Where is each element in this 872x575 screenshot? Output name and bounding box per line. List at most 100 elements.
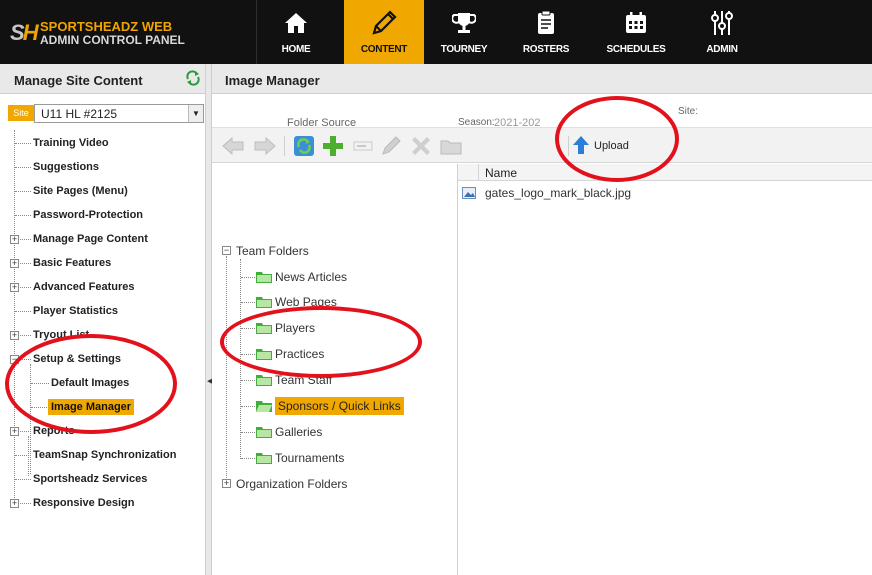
folder-label: Practices — [275, 347, 325, 361]
expand-icon[interactable]: + — [10, 283, 19, 292]
toolbar-separator — [568, 136, 569, 156]
tree-connector — [20, 287, 31, 288]
file-list: Name gates_logo_mark_black.jpg — [458, 164, 872, 575]
logo-mark: SH — [10, 20, 39, 45]
tree-connector — [241, 406, 255, 407]
expand-icon[interactable]: + — [222, 479, 231, 488]
home-icon — [256, 8, 336, 38]
folder-icon — [256, 427, 272, 438]
nav-tab-content[interactable]: CONTENT — [344, 0, 424, 64]
left-panel-header: Manage Site Content — [0, 64, 210, 94]
delete-icon[interactable] — [408, 134, 434, 158]
content-tree: Training Video Suggestions Site Pages (M… — [0, 130, 210, 570]
brand-logo[interactable]: SH SPORTSHEADZ WEB ADMIN CONTROL PANEL — [10, 18, 210, 48]
image-file-icon — [462, 187, 476, 199]
column-divider[interactable] — [478, 164, 479, 181]
expand-icon[interactable]: + — [10, 235, 19, 244]
nav-tab-tourney[interactable]: TOURNEY — [424, 0, 504, 64]
expand-icon[interactable]: + — [10, 331, 19, 340]
tree-item-teamsnap-sync[interactable]: TeamSnap Synchronization — [33, 449, 176, 461]
tree-item-manage-page-content[interactable]: Manage Page Content — [33, 233, 148, 245]
move-folder-icon[interactable] — [438, 134, 464, 158]
tree-item-tryout-list[interactable]: Tryout List — [33, 329, 89, 341]
tree-item-player-statistics[interactable]: Player Statistics — [33, 305, 118, 317]
site-select[interactable]: U11 HL #2125 ▼ — [34, 104, 204, 123]
nav-tab-schedules[interactable]: SCHEDULES — [596, 0, 676, 64]
folder-source-row: Folder Source Season: 2021-202 Site: — [212, 95, 872, 129]
folder-icon — [256, 272, 272, 283]
tree-item-password-protection[interactable]: Password-Protection — [33, 209, 143, 221]
tree-item-advanced-features[interactable]: Advanced Features — [33, 281, 134, 293]
site-label: Site: — [678, 106, 699, 117]
tree-item-sportsheadz-services[interactable]: Sportsheadz Services — [33, 473, 147, 485]
tree-connector — [20, 503, 31, 504]
tree-item-suggestions[interactable]: Suggestions — [33, 161, 99, 173]
folder-practices[interactable]: Practices — [256, 344, 324, 364]
tree-item-training-video[interactable]: Training Video — [33, 137, 109, 149]
refresh-icon[interactable] — [185, 70, 201, 86]
tree-connector — [15, 191, 31, 192]
nav-tab-label: SCHEDULES — [606, 44, 666, 55]
folder-label: Galleries — [275, 425, 323, 439]
expand-icon[interactable]: + — [10, 427, 19, 436]
nav-tab-home[interactable]: HOME — [256, 0, 336, 64]
tree-item-basic-features[interactable]: Basic Features — [33, 257, 111, 269]
name-column-header[interactable]: Name — [485, 166, 517, 180]
folder-news-articles[interactable]: News Articles — [256, 267, 347, 287]
file-row[interactable]: gates_logo_mark_black.jpg — [458, 183, 872, 203]
tree-connector — [241, 328, 255, 329]
folder-web-pages[interactable]: Web Pages — [256, 292, 337, 312]
calendar-icon — [596, 8, 676, 38]
folder-sponsors-quick-links[interactable]: Sponsors / Quick Links — [256, 396, 404, 416]
tree-connector — [20, 335, 31, 336]
nav-tab-rosters[interactable]: ROSTERS — [506, 0, 586, 64]
left-panel-title: Manage Site Content — [14, 73, 143, 88]
expand-icon[interactable]: + — [10, 259, 19, 268]
collapse-icon[interactable]: − — [10, 355, 19, 364]
tree-connector — [31, 383, 49, 384]
panel-splitter[interactable]: ◀ — [205, 64, 212, 575]
tree-connector — [15, 479, 31, 480]
tree-connector — [241, 302, 255, 303]
rename-icon[interactable] — [350, 134, 376, 158]
folder-organization-folders[interactable]: Organization Folders — [236, 474, 347, 494]
folder-tournaments[interactable]: Tournaments — [256, 448, 344, 468]
back-arrow-icon[interactable] — [220, 134, 246, 158]
file-list-header: Name — [458, 164, 872, 181]
folder-team-folders[interactable]: Team Folders — [236, 241, 309, 261]
folder-label: Team Staff — [275, 373, 333, 387]
forward-arrow-icon[interactable] — [252, 134, 278, 158]
tree-guide-line — [226, 256, 227, 480]
edit-pencil-icon[interactable] — [378, 134, 404, 158]
sliders-icon — [682, 8, 762, 38]
tree-guide-line — [240, 259, 241, 459]
tree-item-responsive-design[interactable]: Responsive Design — [33, 497, 134, 509]
tree-item-reports[interactable]: Reports — [33, 425, 75, 437]
tree-item-image-manager[interactable]: Image Manager — [48, 399, 135, 415]
page-title: Image Manager — [225, 73, 320, 88]
chevron-down-icon[interactable]: ▼ — [188, 105, 203, 122]
tree-connector — [241, 354, 255, 355]
nav-tab-admin[interactable]: ADMIN — [682, 0, 762, 64]
folder-team-staff[interactable]: Team Staff — [256, 370, 332, 390]
tree-item-site-pages[interactable]: Site Pages (Menu) — [33, 185, 128, 197]
collapse-icon[interactable]: − — [222, 246, 231, 255]
add-icon[interactable] — [320, 134, 346, 158]
expand-icon[interactable]: + — [10, 499, 19, 508]
tree-item-default-images[interactable]: Default Images — [51, 377, 129, 389]
tree-item-setup-settings[interactable]: Setup & Settings — [33, 353, 121, 365]
image-manager-panel: Image Manager Folder Source Season: 2021… — [212, 64, 872, 575]
brand-subtitle: ADMIN CONTROL PANEL — [40, 33, 185, 47]
tree-connector — [20, 431, 31, 432]
left-panel: Manage Site Content Site U11 HL #2125 ▼ … — [0, 64, 210, 575]
brand-title: SPORTSHEADZ WEB — [40, 19, 173, 34]
tree-connector — [241, 458, 255, 459]
upload-button[interactable]: Upload — [572, 134, 642, 158]
folder-label: Web Pages — [275, 295, 337, 309]
refresh-icon[interactable] — [291, 134, 317, 158]
folder-galleries[interactable]: Galleries — [256, 422, 322, 442]
folder-icon — [256, 297, 272, 308]
site-select-value: U11 HL #2125 — [41, 107, 118, 121]
folder-icon — [256, 453, 272, 464]
folder-players[interactable]: Players — [256, 318, 315, 338]
